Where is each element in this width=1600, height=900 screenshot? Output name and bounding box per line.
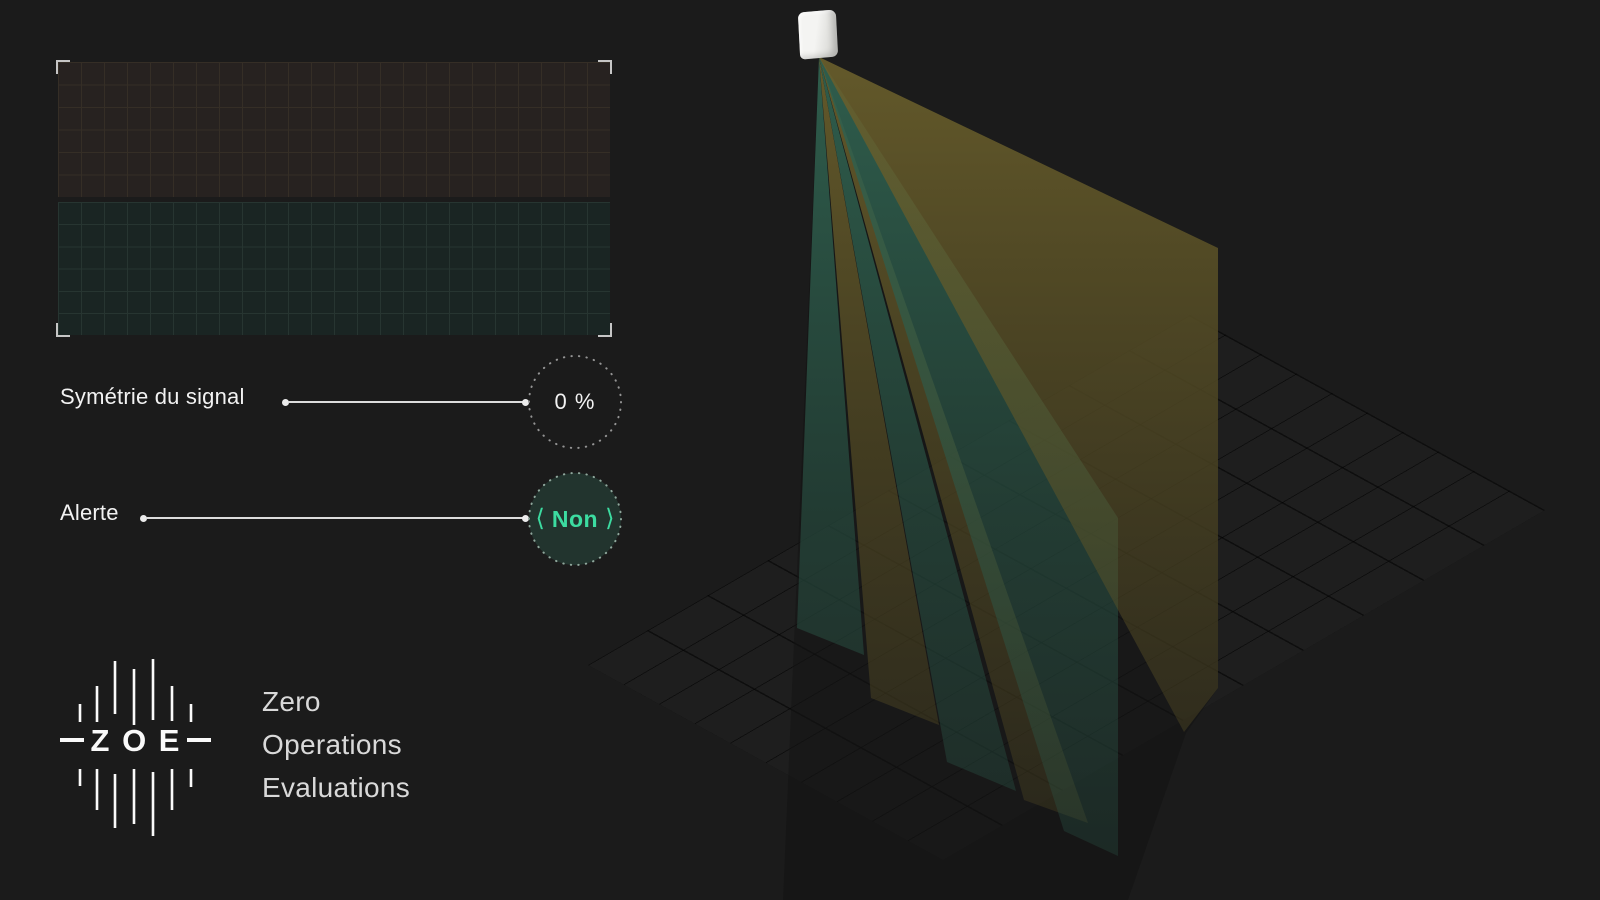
- alert-toggle[interactable]: ⟨ Non ⟩: [527, 471, 623, 567]
- waveform-bars-bottom: [78, 769, 193, 836]
- chevron-right-icon[interactable]: ⟩: [605, 507, 614, 531]
- symmetry-dial[interactable]: 0 %: [527, 354, 623, 450]
- waveform-bars-top: [78, 659, 193, 725]
- app-root: { "app": { "background": "#1b1b1b", "acc…: [0, 0, 1600, 900]
- alert-value: Non: [551, 505, 599, 532]
- alert-leader-line: [146, 517, 524, 519]
- corner-bracket-bottom-left: [56, 323, 70, 337]
- corner-bracket-bottom-right: [598, 323, 612, 337]
- zoe-logo: Z O E: [60, 659, 211, 836]
- chevron-left-icon[interactable]: ⟨: [536, 507, 545, 531]
- brand-word-evaluations: Evaluations: [262, 772, 411, 803]
- brand-word-zero: Zero: [262, 686, 321, 717]
- brand-words: Zero Operations Evaluations: [262, 688, 410, 802]
- signal-grid-upper: [58, 62, 610, 197]
- symmetry-leader-line: [288, 401, 524, 403]
- sensor-device: [797, 9, 839, 60]
- alert-label: Alerte: [60, 500, 119, 525]
- corner-bracket-top-right: [598, 60, 612, 74]
- symmetry-value: 0 %: [554, 389, 596, 414]
- brand-word-operations: Operations: [262, 729, 402, 760]
- signal-grid-lower: [58, 202, 610, 335]
- signal-grid-panel: [56, 60, 612, 337]
- symmetry-label: Symétrie du signal: [60, 384, 245, 409]
- corner-bracket-top-left: [56, 60, 70, 74]
- logo-mark-text: Z O E: [91, 723, 182, 758]
